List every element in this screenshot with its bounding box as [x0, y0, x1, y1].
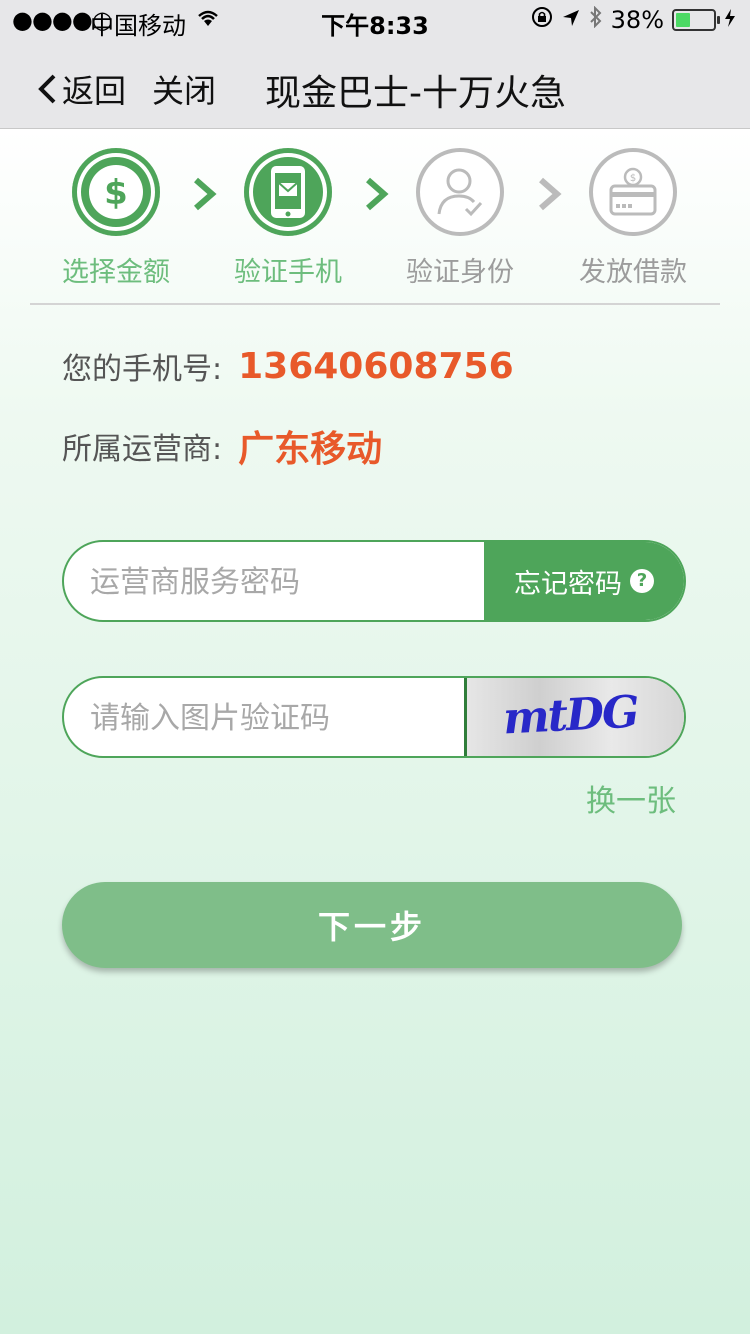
close-button[interactable]: 关闭 [152, 66, 216, 112]
back-button[interactable]: 返回 [36, 66, 126, 112]
status-right: 38% [531, 5, 736, 34]
user-check-icon [416, 148, 504, 236]
service-password-field: 忘记密码 ? [62, 540, 686, 622]
bluetooth-icon [589, 5, 603, 34]
divider [30, 303, 720, 305]
phone-value: 13640608756 [238, 345, 514, 387]
nav-bar: 返回 关闭 现金巴士-十万火急 [0, 40, 750, 129]
service-password-input[interactable] [88, 542, 472, 620]
step-progress: $ 选择金额 验证手机 验证身份 $ 发放借款 [0, 148, 750, 288]
step-label: 验证身份 [406, 257, 514, 288]
step-verify-identity: 验证身份 [375, 148, 545, 289]
step-disburse-loan: $ 发放借款 [548, 148, 718, 289]
captcha-code: mtDG [501, 686, 639, 745]
svg-text:$: $ [630, 173, 636, 184]
captcha-field: mtDG [62, 676, 686, 758]
charging-icon [724, 6, 736, 34]
carrier-value: 广东移动 [238, 429, 383, 470]
back-label: 返回 [62, 72, 127, 110]
battery-icon [672, 9, 720, 31]
location-arrow-icon [561, 6, 581, 34]
carrier-label: 所属运营商: [62, 432, 223, 467]
phone-label: 您的手机号: [62, 352, 223, 387]
status-bar: ●●●●○ 中国移动 下午8:33 38% [0, 0, 750, 40]
dollar-icon: $ [72, 148, 160, 236]
step-verify-phone: 验证手机 [203, 148, 373, 289]
question-icon: ? [630, 569, 654, 593]
step-select-amount: $ 选择金额 [31, 148, 201, 289]
refresh-captcha-link[interactable]: 换一张 [586, 776, 676, 820]
captcha-image[interactable]: mtDG [464, 678, 684, 756]
step-label: 选择金额 [62, 257, 170, 288]
card-coin-icon: $ [589, 148, 677, 236]
step-label: 验证手机 [234, 257, 342, 288]
svg-text:$: $ [104, 173, 128, 213]
chevron-left-icon [38, 74, 56, 104]
step-label: 发放借款 [579, 257, 687, 288]
carrier-info: 所属运营商: 广东移动 [62, 420, 382, 472]
next-step-button[interactable]: 下一步 [62, 882, 682, 968]
captcha-input[interactable] [88, 678, 452, 756]
forgot-password-label: 忘记密码 [514, 568, 622, 600]
phone-info: 您的手机号: 13640608756 [62, 344, 514, 388]
battery-percent: 38% [610, 6, 664, 34]
forgot-password-button[interactable]: 忘记密码 ? [484, 542, 684, 620]
orientation-lock-icon [531, 6, 553, 34]
phone-mail-icon [244, 148, 332, 236]
page-title: 现金巴士-十万火急 [265, 73, 566, 114]
